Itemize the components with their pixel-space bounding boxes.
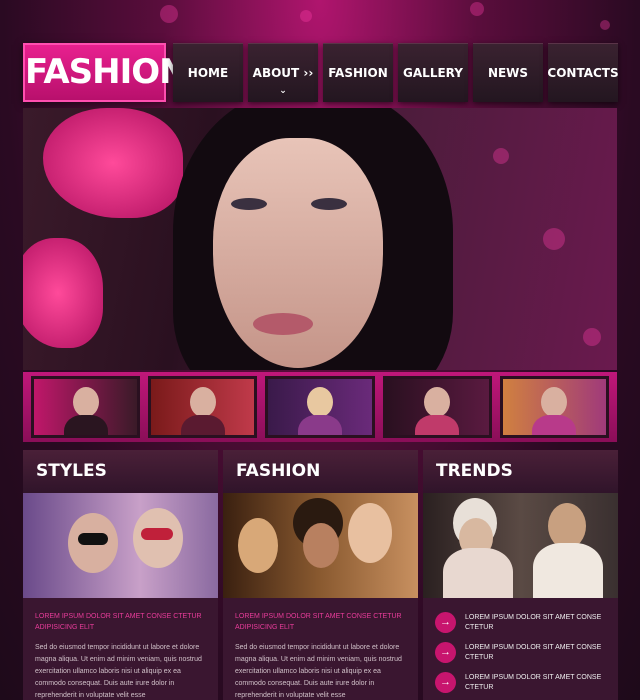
model-eye xyxy=(311,198,347,210)
site-logo[interactable]: FASHION xyxy=(23,43,188,102)
styles-text: LOREM IPSUM DOLOR SIT AMET CONSE CTETUR … xyxy=(23,598,218,700)
sunglasses-icon xyxy=(141,528,173,540)
thumbnail[interactable] xyxy=(265,376,375,438)
nav-gallery-label: GALLERY xyxy=(403,66,463,80)
thumbnail-figure xyxy=(541,387,568,417)
trend-item[interactable]: → LOREM IPSUM DOLOR SIT AMET CONSE CTETU… xyxy=(435,672,606,693)
sunglasses-icon xyxy=(78,533,108,545)
model-body xyxy=(533,543,603,598)
trend-item-label: LOREM IPSUM DOLOR SIT AMET CONSE CTETUR xyxy=(465,673,602,691)
thumbnail-figure xyxy=(72,387,99,417)
styles-title: STYLES xyxy=(23,450,218,493)
bokeh-decoration xyxy=(470,2,484,16)
nav-contacts-label: CONTACTS xyxy=(547,66,619,80)
thumbnail-figure-body xyxy=(298,415,342,435)
fashion-body: Sed do eiusmod tempor incididunt ut labo… xyxy=(235,644,402,699)
flower-decoration xyxy=(23,238,103,348)
thumbnail-strip xyxy=(23,372,617,442)
fashion-photo[interactable] xyxy=(223,493,418,598)
thumbnail-figure-body xyxy=(532,415,577,435)
bokeh-decoration xyxy=(493,148,509,164)
nav-home[interactable]: HOME xyxy=(173,43,243,102)
fashion-subtitle[interactable]: LOREM IPSUM DOLOR SIT AMET CONSE CTETUR … xyxy=(235,611,406,633)
fashion-column: FASHION LOREM IPSUM DOLOR SIT AMET CONSE… xyxy=(223,450,418,700)
thumbnail[interactable] xyxy=(499,376,610,438)
thumbnail[interactable] xyxy=(382,376,492,438)
thumbnail-figure xyxy=(307,387,333,417)
nav-gallery[interactable]: GALLERY xyxy=(398,43,468,102)
thumbnail-figure-body xyxy=(63,415,108,435)
nav-contacts[interactable]: CONTACTS xyxy=(547,43,619,102)
nav-about[interactable]: ABOUT ›› ⌄ xyxy=(248,43,318,102)
hero-image xyxy=(23,108,617,370)
chevron-down-icon: ⌄ xyxy=(279,86,287,96)
nav-about-label: ABOUT ›› xyxy=(252,66,314,80)
model-lips xyxy=(253,313,313,335)
model-eye xyxy=(231,198,267,210)
model-face xyxy=(348,503,392,563)
trends-column: TRENDS → LOREM IPSUM DOLOR SIT AMET CONS… xyxy=(423,450,618,700)
bokeh-decoration xyxy=(300,10,312,22)
model-face xyxy=(238,518,278,573)
nav-fashion-label: FASHION xyxy=(328,66,388,80)
thumbnail-figure xyxy=(424,387,451,417)
thumbnail-figure-body xyxy=(180,415,225,435)
bokeh-decoration xyxy=(543,228,565,250)
nav-news-label: NEWS xyxy=(487,66,529,80)
trend-item-label: LOREM IPSUM DOLOR SIT AMET CONSE CTETUR xyxy=(465,613,602,631)
arrow-right-icon[interactable]: → xyxy=(435,642,456,663)
styles-photo[interactable] xyxy=(23,493,218,598)
trend-item-label: LOREM IPSUM DOLOR SIT AMET CONSE CTETUR xyxy=(465,643,602,661)
nav-home-label: HOME xyxy=(187,66,229,80)
bokeh-decoration xyxy=(583,328,601,346)
nav-news[interactable]: NEWS xyxy=(473,43,543,102)
arrow-right-icon[interactable]: → xyxy=(435,612,456,633)
bokeh-decoration xyxy=(600,20,610,30)
trend-item[interactable]: → LOREM IPSUM DOLOR SIT AMET CONSE CTETU… xyxy=(435,642,606,663)
trends-list: → LOREM IPSUM DOLOR SIT AMET CONSE CTETU… xyxy=(423,598,618,700)
thumbnail-figure-body xyxy=(415,415,460,435)
styles-body: Sed do eiusmod tempor incididunt ut labo… xyxy=(35,644,202,699)
main-nav: HOME ABOUT ›› ⌄ FASHION GALLERY NEWS CON… xyxy=(173,43,619,102)
arrow-right-icon[interactable]: → xyxy=(435,672,456,693)
thumbnail[interactable] xyxy=(31,376,141,438)
trend-item[interactable]: → LOREM IPSUM DOLOR SIT AMET CONSE CTETU… xyxy=(435,612,606,633)
thumbnail[interactable] xyxy=(148,376,258,438)
thumbnail-figure xyxy=(189,387,216,417)
bokeh-decoration xyxy=(160,5,178,23)
styles-column: STYLES LOREM IPSUM DOLOR SIT AMET CONSE … xyxy=(23,450,218,700)
fashion-title: FASHION xyxy=(223,450,418,493)
model-face xyxy=(303,523,339,568)
styles-subtitle[interactable]: LOREM IPSUM DOLOR SIT AMET CONSE CTETUR … xyxy=(35,611,206,633)
trends-photo[interactable] xyxy=(423,493,618,598)
model-body xyxy=(443,548,513,598)
flower-decoration xyxy=(43,108,183,218)
trends-title: TRENDS xyxy=(423,450,618,493)
fashion-text: LOREM IPSUM DOLOR SIT AMET CONSE CTETUR … xyxy=(223,598,418,700)
nav-fashion[interactable]: FASHION xyxy=(323,43,393,102)
